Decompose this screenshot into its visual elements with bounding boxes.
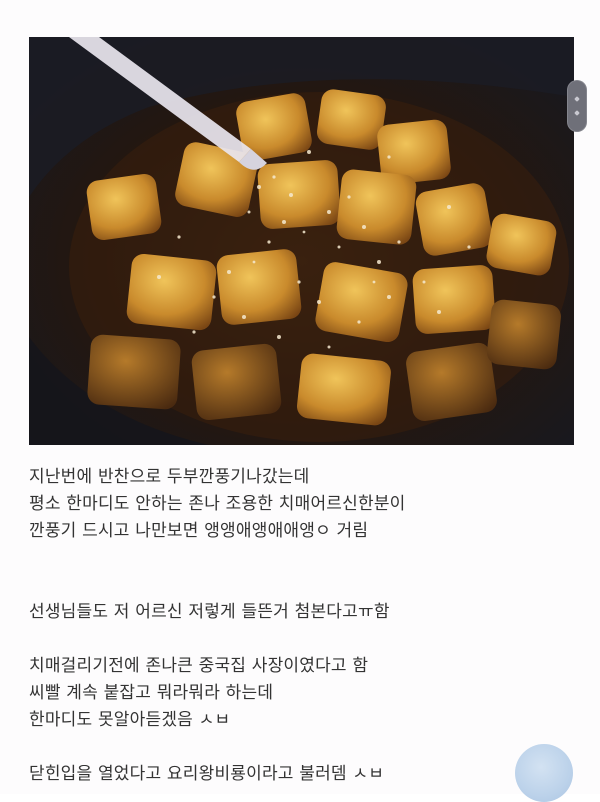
post-line: 씨빨 계속 붙잡고 뭐라뭐라 하는데 — [29, 683, 274, 703]
post-line: 평소 한마디도 안하는 존나 조용한 치매어르신한분이 — [29, 494, 406, 514]
image-scroll-handle[interactable] — [567, 80, 587, 132]
post-line: 깐풍기 드시고 나만보면 앵앵애앵애애앵ㅇ 거림 — [29, 521, 369, 541]
floating-action-button[interactable] — [515, 744, 573, 802]
post-line-blank — [29, 734, 569, 761]
post-line: 한마디도 못알아듣겠음 ㅅㅂ — [29, 710, 231, 730]
post-line-blank — [29, 545, 569, 572]
post-line-blank — [29, 572, 569, 599]
post-line: 닫힌입을 열었다고 요리왕비룡이라고 불러뎀 ㅅㅂ — [29, 764, 385, 784]
food-photo — [29, 37, 574, 445]
chevron-down-icon — [574, 110, 580, 116]
post-line: 지난번에 반찬으로 두부깐풍기나갔는데 — [29, 467, 310, 487]
post-line: 선생님들도 저 어르신 저렇게 들뜬거 첨본다고ㅠ함 — [29, 602, 390, 622]
post-line-blank — [29, 626, 569, 653]
chevron-up-icon — [574, 96, 580, 102]
post-line: 치매걸리기전에 존나큰 중국집 사장이였다고 함 — [29, 656, 369, 676]
post-body: 지난번에 반찬으로 두부깐풍기나갔는데 평소 한마디도 안하는 존나 조용한 치… — [29, 464, 569, 788]
post-page: 지난번에 반찬으로 두부깐풍기나갔는데 평소 한마디도 안하는 존나 조용한 치… — [0, 0, 600, 802]
